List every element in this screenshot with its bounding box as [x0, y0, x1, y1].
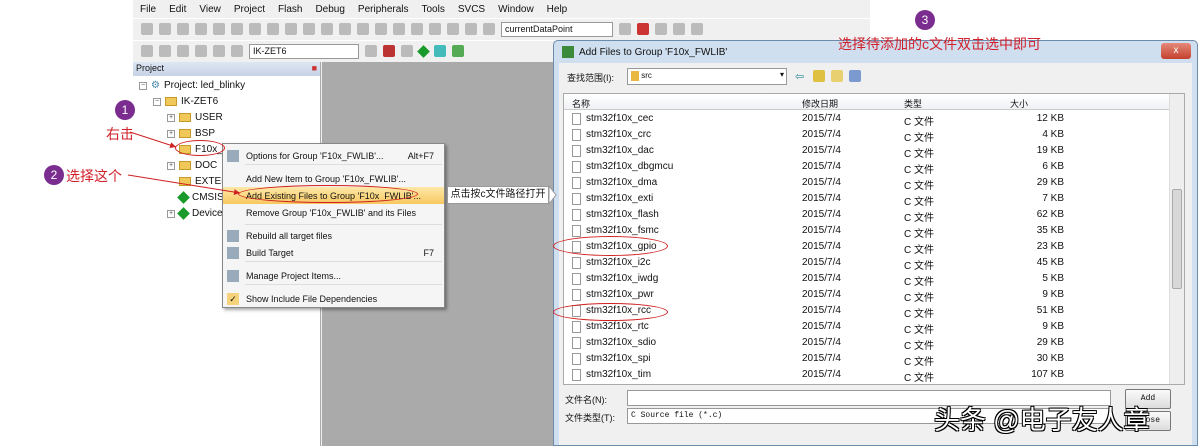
arrow-step2 [127, 174, 241, 196]
highlight-oval-menuitem [238, 185, 418, 203]
highlight-oval-group [175, 140, 225, 156]
annotation-arrows [127, 131, 557, 206]
highlight-oval-rcc [553, 303, 668, 321]
highlight-oval-gpio [553, 236, 668, 256]
arrow-step1 [129, 131, 177, 148]
watermark: 头条 @电子友人章 [934, 405, 1150, 435]
callout-arrow [548, 184, 557, 206]
